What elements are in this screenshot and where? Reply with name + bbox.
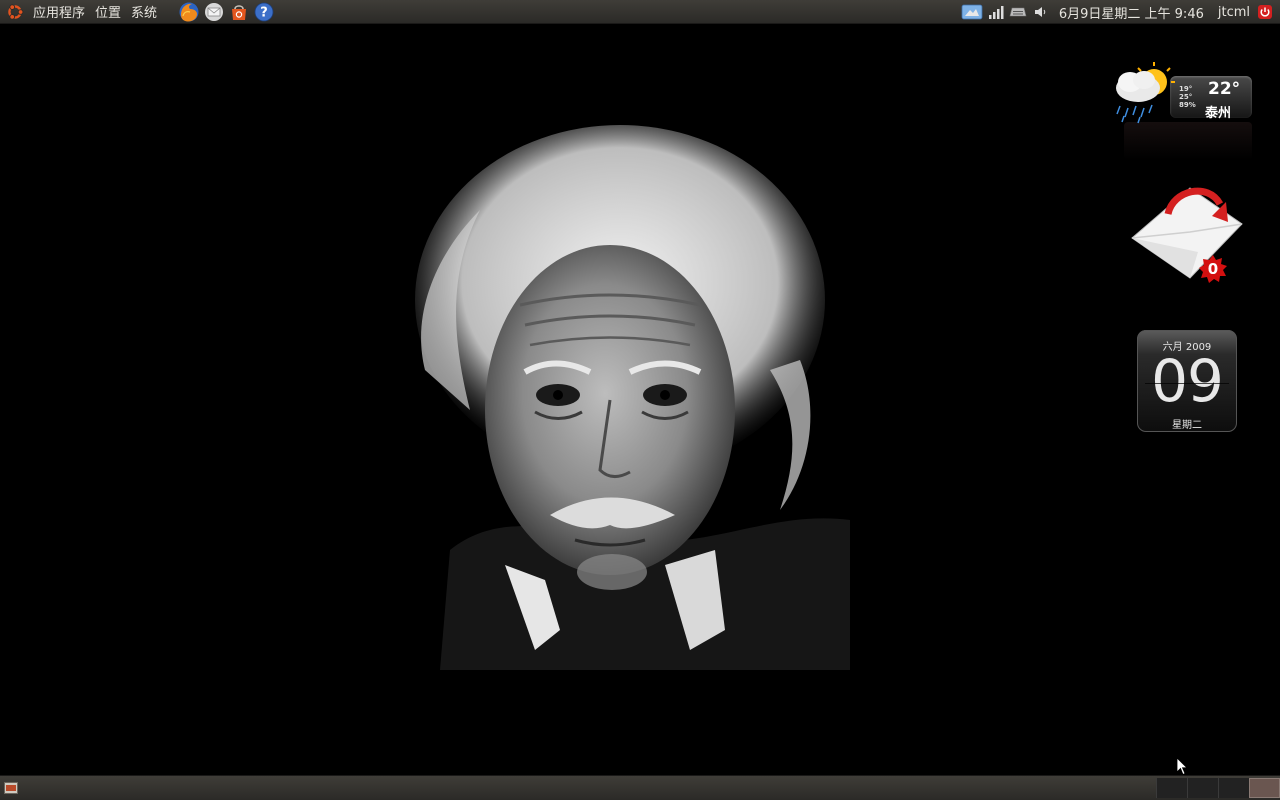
top-panel: 应用程序 位置 系统 ? 6月9日星期二 上午 9:46 jtcml <box>0 0 1280 24</box>
workspace-switcher <box>1156 778 1280 798</box>
workspace-2[interactable] <box>1187 778 1218 798</box>
workspace-4[interactable] <box>1249 778 1280 798</box>
bottom-panel <box>0 775 1280 800</box>
launcher-group: ? <box>178 1 275 23</box>
weather-city: 泰州 <box>1205 106 1232 121</box>
username[interactable]: jtcml <box>1218 5 1250 20</box>
ubuntu-logo-icon[interactable] <box>6 3 24 21</box>
show-desktop-icon[interactable] <box>4 782 18 794</box>
workspace-1[interactable] <box>1156 778 1187 798</box>
network-signal-icon[interactable] <box>987 3 1005 21</box>
mail-client-icon[interactable] <box>203 1 225 23</box>
unread-count: 0 <box>1207 260 1219 278</box>
menu-system[interactable]: 系统 <box>126 2 162 21</box>
menu-applications[interactable]: 应用程序 <box>28 2 90 21</box>
wallpaper-portrait <box>415 125 850 670</box>
rain-sun-icon <box>1116 62 1175 124</box>
weather-temperature: 22° <box>1208 79 1241 99</box>
calendar-day: 09 <box>1151 347 1224 415</box>
calendar-widget[interactable]: 六月 2009 09 星期二 <box>1137 330 1237 432</box>
power-icon[interactable] <box>1256 3 1274 21</box>
firefox-icon[interactable] <box>178 1 200 23</box>
weather-applet-icon[interactable] <box>961 3 983 21</box>
weather-high: 25° <box>1179 93 1193 101</box>
clock[interactable]: 6月9日星期二 上午 9:46 <box>1059 3 1204 22</box>
mouse-cursor-icon <box>1176 757 1188 776</box>
system-tray: 6月9日星期二 上午 9:46 jtcml <box>959 0 1280 24</box>
envelope-icon <box>1131 187 1243 279</box>
menu-places[interactable]: 位置 <box>90 2 126 21</box>
calendar-divider <box>1145 383 1229 384</box>
software-store-icon[interactable] <box>228 1 250 23</box>
mail-checker-widget[interactable]: 0 <box>1128 182 1246 286</box>
help-icon[interactable]: ? <box>253 1 275 23</box>
volume-icon[interactable] <box>1031 3 1049 21</box>
weather-humidity: 89% <box>1179 101 1196 109</box>
weather-details: 19° 25° 89% <box>1179 85 1196 109</box>
svg-text:?: ? <box>260 5 268 20</box>
workspace-3[interactable] <box>1218 778 1249 798</box>
calendar-weekday: 星期二 <box>1172 420 1202 431</box>
weather-widget[interactable]: 19° 25° 89% 22° 泰州 <box>1108 56 1258 162</box>
keyboard-indicator-icon[interactable] <box>1009 3 1027 21</box>
weather-low: 19° <box>1179 85 1193 93</box>
